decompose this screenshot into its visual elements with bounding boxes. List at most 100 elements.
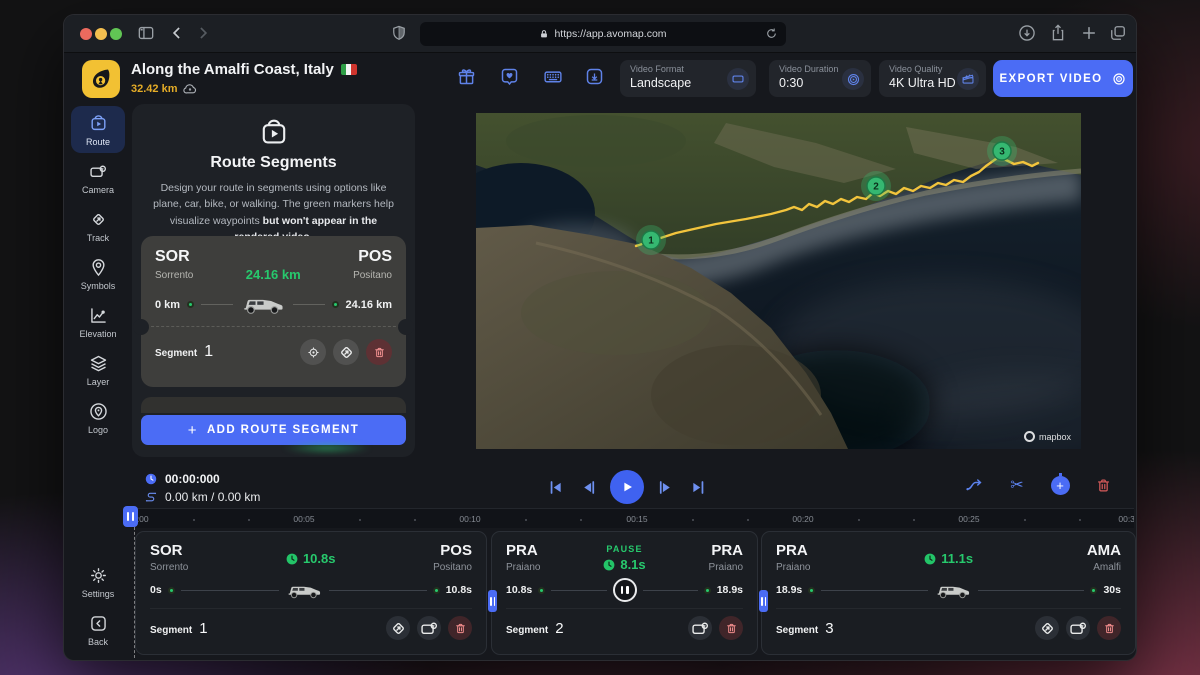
- download-box-icon[interactable]: [584, 66, 605, 87]
- step-back-button[interactable]: [577, 476, 600, 499]
- back-nav-icon[interactable]: [167, 23, 187, 43]
- playhead-handle[interactable]: [123, 506, 138, 527]
- track-icon[interactable]: [333, 339, 359, 365]
- sidebar-item-label: Settings: [82, 589, 115, 599]
- sidebar-item-camera[interactable]: Camera: [71, 154, 125, 201]
- heart-chat-icon[interactable]: [499, 66, 520, 87]
- track-icon[interactable]: [386, 616, 410, 640]
- reload-icon[interactable]: [765, 27, 778, 40]
- ruler-tick: 00:15: [626, 514, 647, 524]
- video-format-control[interactable]: Video Format Landscape: [620, 60, 756, 97]
- segment-divider-handle[interactable]: [488, 590, 497, 612]
- range-dot-start[interactable]: [187, 301, 194, 308]
- new-tab-icon[interactable]: [1079, 23, 1099, 43]
- range-dot-start[interactable]: [168, 587, 175, 594]
- car-icon[interactable]: [285, 582, 323, 599]
- minimize-window-button[interactable]: [95, 28, 107, 40]
- segment-label: Segment: [506, 625, 548, 636]
- origin-city: Sorrento: [150, 562, 188, 573]
- video-quality-control[interactable]: Video Quality 4K Ultra HD: [879, 60, 986, 97]
- timeline-ruler[interactable]: 00:0000:0500:1000:1500:2000:2500:30: [132, 508, 1134, 528]
- delete-icon[interactable]: [1092, 474, 1114, 496]
- sidebar-item-back[interactable]: Back: [71, 606, 125, 653]
- sidebar-item-settings[interactable]: Settings: [71, 558, 125, 605]
- segment-label: Segment: [155, 348, 197, 359]
- elevation-icon: [88, 305, 109, 326]
- maximize-window-button[interactable]: [110, 28, 122, 40]
- forward-nav-icon[interactable]: [193, 23, 213, 43]
- segment-range-slider[interactable]: 0 km 24.16 km: [155, 294, 392, 315]
- range-end: 30s: [1103, 584, 1121, 596]
- symbols-icon: [88, 257, 109, 278]
- clock-icon: [144, 472, 158, 486]
- car-icon[interactable]: [240, 294, 286, 315]
- map-attribution[interactable]: mapbox: [1024, 431, 1071, 442]
- trash-icon[interactable]: [719, 616, 743, 640]
- sidebar-item-symbols[interactable]: Symbols: [71, 250, 125, 297]
- range-dot-start[interactable]: [808, 587, 815, 594]
- range-dot-end[interactable]: [1090, 587, 1097, 594]
- add-route-segment-button[interactable]: + ADD ROUTE SEGMENT: [141, 415, 406, 445]
- timeline-segment-card[interactable]: PRAPraianoPAUSE8.1sPRAPraiano10.8s18.9sS…: [491, 531, 758, 655]
- range-dot-end[interactable]: [704, 587, 711, 594]
- segment-range-slider[interactable]: 10.8s18.9s: [506, 579, 743, 601]
- ruler-dot: [525, 519, 527, 521]
- segment-range-slider[interactable]: 18.9s 30s: [776, 579, 1121, 601]
- camera-icon[interactable]: [688, 616, 712, 640]
- cut-icon[interactable]: ✂: [1006, 474, 1028, 496]
- merge-icon[interactable]: [963, 474, 985, 496]
- step-forward-button[interactable]: [654, 476, 677, 499]
- timeline-segment-card[interactable]: SORSorrento10.8sPOSPositano0s10.8sSegmen…: [135, 531, 487, 655]
- sidebar-item-layer[interactable]: Layer: [71, 346, 125, 393]
- range-line: [201, 304, 233, 305]
- downloads-icon[interactable]: [1017, 23, 1037, 43]
- trash-icon[interactable]: [366, 339, 392, 365]
- export-video-button[interactable]: EXPORT VIDEO: [993, 60, 1133, 97]
- segment-range-slider[interactable]: 0s10.8s: [150, 579, 472, 601]
- share-icon[interactable]: [1048, 23, 1068, 43]
- sidebar-toggle-icon[interactable]: [136, 23, 156, 43]
- gift-icon[interactable]: [456, 66, 477, 87]
- tab-overview-icon[interactable]: [1108, 23, 1128, 43]
- range-dot-start[interactable]: [538, 587, 545, 594]
- range-start: 18.9s: [776, 584, 802, 596]
- route-segment-card[interactable]: SOR Sorrento 24.16 km POS Positano 0 km: [141, 236, 406, 387]
- route-icon: [88, 113, 109, 134]
- keyboard-icon[interactable]: [542, 66, 564, 87]
- green-glow: [282, 442, 372, 454]
- camera-icon[interactable]: [1066, 616, 1090, 640]
- focus-icon[interactable]: [300, 339, 326, 365]
- range-dot-end[interactable]: [433, 587, 440, 594]
- shield-icon[interactable]: [390, 24, 408, 42]
- ruler-dot: [580, 519, 582, 521]
- segment-label: Segment: [776, 625, 818, 636]
- close-window-button[interactable]: [80, 28, 92, 40]
- trash-icon[interactable]: [448, 616, 472, 640]
- sidebar-item-track[interactable]: Track: [71, 202, 125, 249]
- range-end: 24.16 km: [346, 299, 392, 311]
- segment-divider-handle[interactable]: [759, 590, 768, 612]
- url-bar[interactable]: https://app.avomap.com: [420, 22, 786, 46]
- video-duration-control[interactable]: Video Duration 0:30: [769, 60, 871, 97]
- sidebar-item-elevation[interactable]: Elevation: [71, 298, 125, 345]
- skip-end-button[interactable]: [687, 476, 710, 499]
- skip-start-button[interactable]: [544, 476, 567, 499]
- avomap-logo[interactable]: [82, 60, 120, 98]
- sidebar-item-route[interactable]: Route: [71, 106, 125, 153]
- map-viewport[interactable]: 123 mapbox: [476, 113, 1081, 449]
- ruler-dot: [913, 519, 915, 521]
- trash-icon[interactable]: [1097, 616, 1121, 640]
- pause-icon[interactable]: [613, 578, 637, 602]
- play-button[interactable]: [610, 470, 644, 504]
- segment-duration-block: 11.1s: [924, 542, 973, 573]
- range-dot-end[interactable]: [332, 301, 339, 308]
- segment-destination: POSPositano: [433, 542, 472, 573]
- timeline-segment-card[interactable]: PRAPraiano11.1sAMAAmalfi18.9s30sSegment3: [761, 531, 1136, 655]
- sidebar-item-logo[interactable]: Logo: [71, 394, 125, 441]
- track-icon[interactable]: [1035, 616, 1059, 640]
- add-time-icon[interactable]: +: [1049, 474, 1071, 496]
- next-segment-card-partial[interactable]: [141, 397, 406, 413]
- car-icon[interactable]: [934, 582, 972, 599]
- camera-icon[interactable]: [417, 616, 441, 640]
- destination-city: Positano: [433, 562, 472, 573]
